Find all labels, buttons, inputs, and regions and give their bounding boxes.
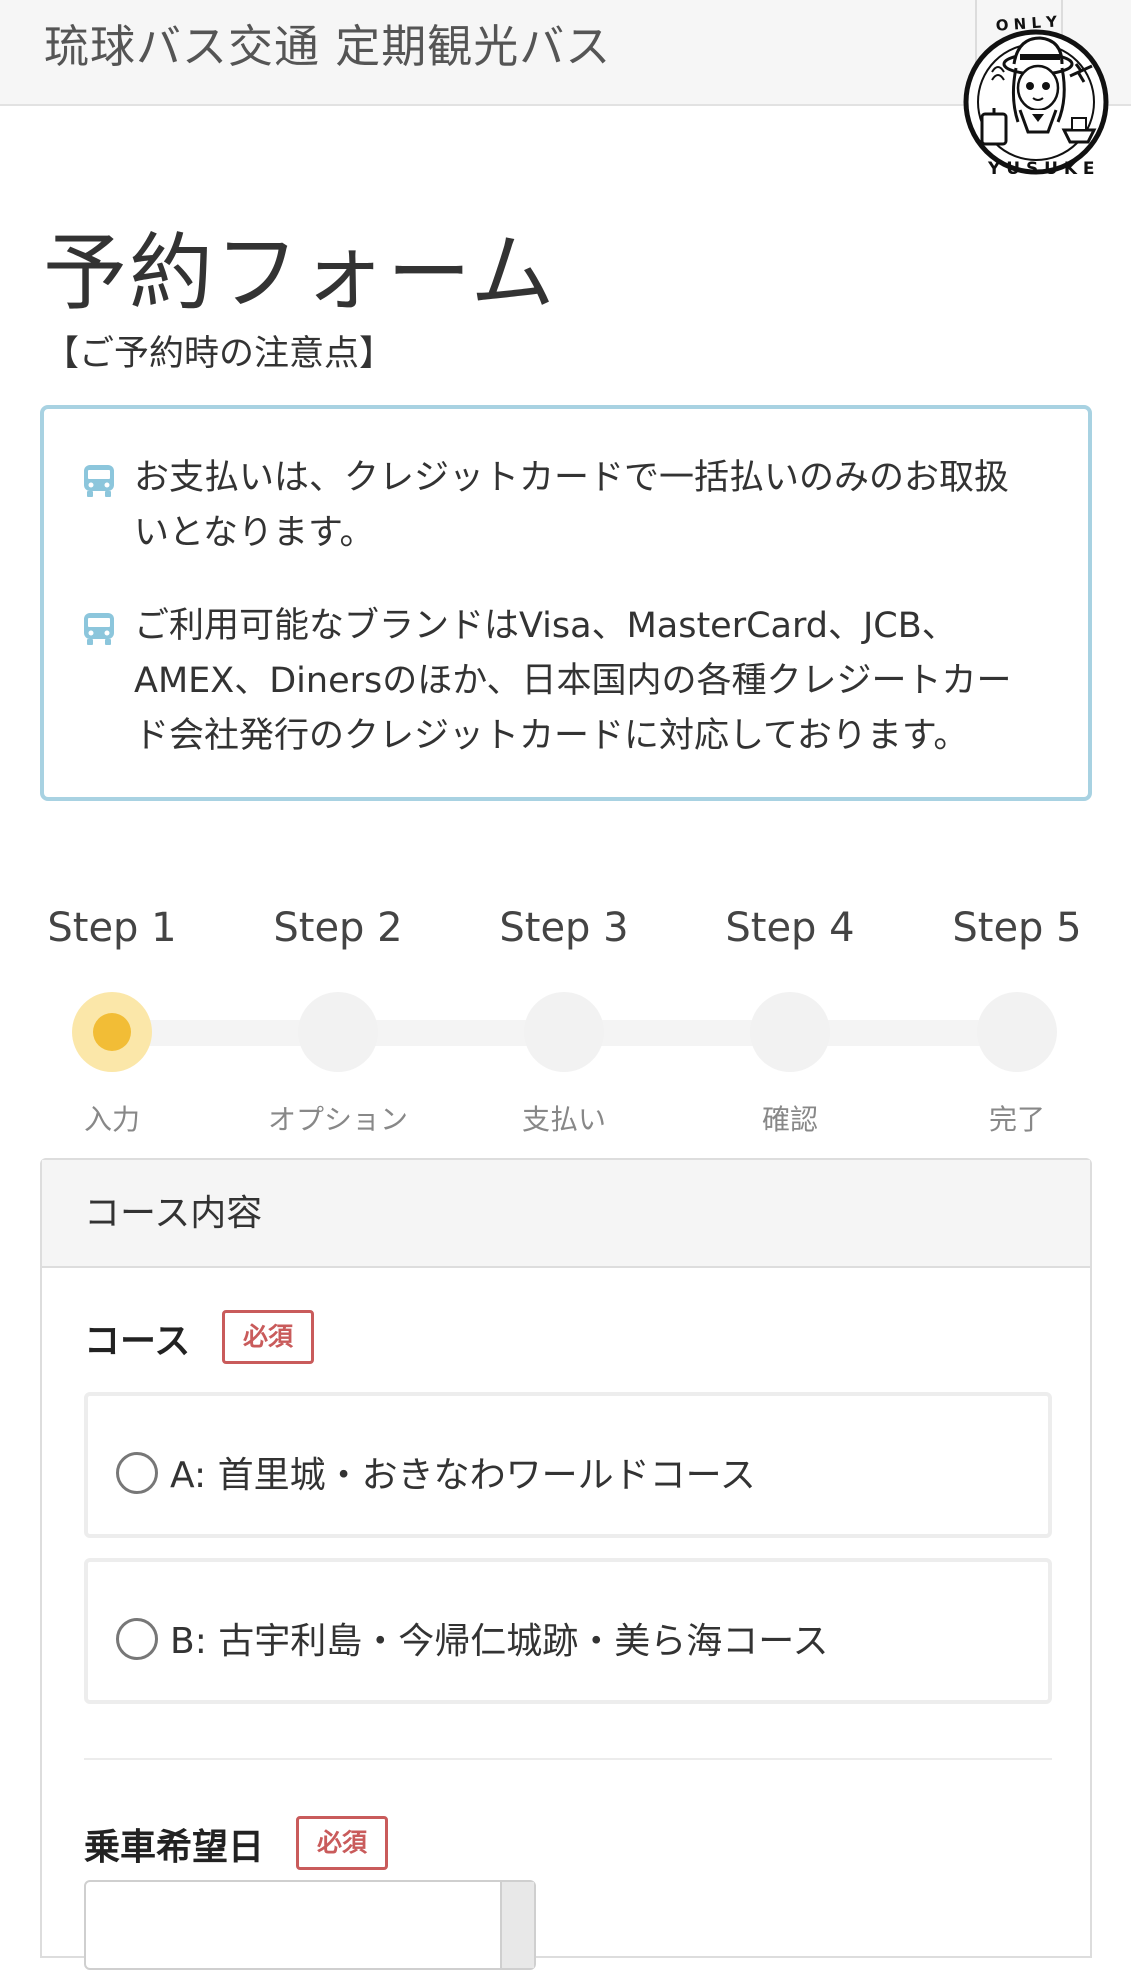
notice-text: お支払いは、クレジットカードで一括払いのみのお取扱いとなります。: [134, 458, 1010, 553]
step-2: Step 2 オプション: [238, 900, 438, 1138]
date-picker-button[interactable]: [500, 1882, 534, 1968]
course-option-b[interactable]: B: 古宇利島・今帰仁城跡・美ら海コース: [84, 1558, 1052, 1704]
bus-icon: [84, 613, 114, 645]
notice-heading: 【ご予約時の注意点】: [44, 334, 395, 374]
step-dot: [298, 992, 378, 1072]
bus-icon: [84, 465, 114, 497]
notice-item: お支払いは、クレジットカードで一括払いのみのお取扱いとなります。: [82, 451, 1042, 561]
divider: [84, 1758, 1052, 1760]
step-sub-label: 確認: [761, 1103, 818, 1136]
course-label: コース: [84, 1321, 191, 1362]
step-dot: [977, 992, 1057, 1072]
course-panel: コース内容 コース 必須 A: 首里城・おきなわワールドコース B: 古宇利島・…: [40, 1158, 1092, 1970]
step-3: Step 3 支払い: [464, 900, 664, 1138]
date-label: 乗車希望日: [84, 1827, 265, 1868]
option-label[interactable]: A: 首里城・おきなわワールドコース: [170, 1446, 756, 1498]
only-yusuke-stamp: O N L Y Y U S U K E: [963, 12, 1109, 179]
step-5: Step 5 完了: [917, 900, 1117, 1138]
step-4: Step 4 確認: [690, 900, 890, 1138]
step-dot: [750, 992, 830, 1072]
step-1: Step 1 入力: [12, 900, 212, 1138]
required-badge: 必須: [296, 1816, 388, 1870]
step-sub-label: 支払い: [521, 1103, 606, 1136]
site-title[interactable]: 琉球バス交通 定期観光バス: [44, 10, 611, 75]
step-label: Step 2: [273, 905, 403, 951]
step-label: Step 5: [952, 905, 1082, 951]
course-option-a[interactable]: A: 首里城・おきなわワールドコース: [84, 1392, 1052, 1538]
date-input[interactable]: [84, 1880, 536, 1970]
notice-box: お支払いは、クレジットカードで一括払いのみのお取扱いとなります。 ご利用可能なブ…: [40, 405, 1092, 801]
step-indicator: Step 1 入力 Step 2 オプション Step 3 支払い Step 4…: [0, 900, 1131, 1140]
panel-header: コース内容: [42, 1160, 1090, 1268]
option-label[interactable]: B: 古宇利島・今帰仁城跡・美ら海コース: [170, 1612, 828, 1664]
step-label: Step 1: [47, 905, 177, 951]
step-sub-label: オプション: [267, 1103, 408, 1136]
radio-button[interactable]: [116, 1618, 158, 1660]
step-sub-label: 入力: [83, 1103, 140, 1136]
step-dot-active: [72, 992, 152, 1072]
step-sub-label: 完了: [988, 1103, 1045, 1136]
step-label: Step 4: [725, 905, 855, 951]
step-dot: [524, 992, 604, 1072]
notice-item: ご利用可能なブランドはVisa、MasterCard、JCB、AMEX、Dine…: [82, 599, 1042, 764]
required-badge: 必須: [222, 1310, 314, 1364]
svg-text:Y U S U K E: Y U S U K E: [987, 159, 1095, 179]
page-title: 予約フォーム: [43, 224, 557, 322]
step-label: Step 3: [499, 905, 629, 951]
notice-text: ご利用可能なブランドはVisa、MasterCard、JCB、AMEX、Dine…: [134, 606, 1012, 756]
radio-button[interactable]: [116, 1452, 158, 1494]
